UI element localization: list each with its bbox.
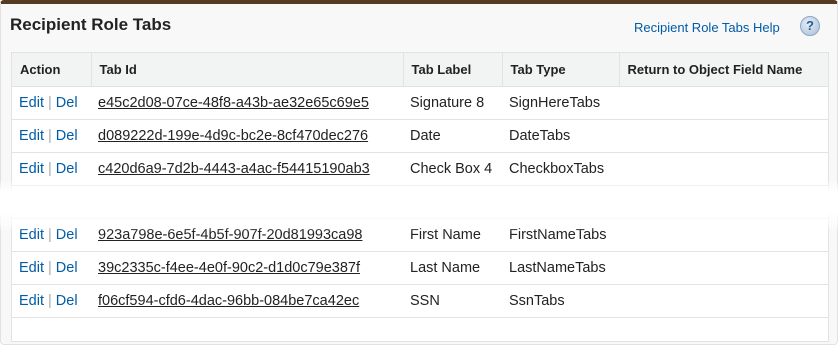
tab-label-cell: Check Box 7 [403,185,502,219]
tab-type-cell: CheckboxTabs [502,185,619,219]
tab-id-cell: 6da5a349-154e-497e-9bef-3d5b5968f8cc [91,185,403,219]
edit-link[interactable]: Edit [19,161,44,177]
del-link[interactable]: Del [56,227,78,243]
tab-id-link[interactable]: f06cf594-cfd6-4dac-96bb-084be7ca42ec [98,293,359,309]
del-link[interactable]: Del [56,293,78,309]
recipient-role-tabs-panel: Recipient Role Tabs Recipient Role Tabs … [0,0,838,345]
action-separator: | [48,259,52,276]
action-cell: Edit | Del [12,251,91,285]
tab-id-link[interactable]: c420d6a9-7d2b-4443-a4ac-f54415190ab3 [98,161,370,177]
tab-id-link[interactable]: e45c2d08-07ce-48f8-a43b-ae32e65c69e5 [98,95,369,111]
column-header-tab-id[interactable]: Tab Id [91,53,404,87]
tab-id-link[interactable]: 923a798e-6e5f-4b5f-907f-20d81993ca98 [98,227,362,243]
del-link[interactable]: Del [56,128,78,144]
return-field-cell [619,119,828,153]
table-row: Edit | Del c420d6a9-7d2b-4443-a4ac-f544151… [12,152,828,186]
help-link[interactable]: Recipient Role Tabs Help [634,20,780,35]
tab-label-cell: SSN [403,284,502,318]
return-field-cell [619,185,828,219]
action-cell: Edit | Del [12,86,91,120]
column-header-tab-label[interactable]: Tab Label [403,53,503,87]
edit-link[interactable]: Edit [19,227,44,243]
tab-label-cell: Check Box 4 [403,152,502,186]
edit-link[interactable]: Edit [19,128,44,144]
return-field-cell [619,218,828,252]
column-header-return-field[interactable]: Return to Object Field Name [619,53,828,87]
tab-type-cell: DateTabs [502,119,619,153]
edit-link[interactable]: Edit [19,194,44,210]
action-separator: | [48,292,52,309]
del-link[interactable]: Del [56,194,78,210]
tab-id-cell: c420d6a9-7d2b-4443-a4ac-f54415190ab3 [91,152,403,186]
action-cell: Edit | Del [12,185,91,219]
action-separator: | [48,193,52,210]
table-row: Edit | Del 39c2335c-f4ee-4e0f-90c2-d1d0c79… [12,251,828,285]
table-row: Edit | Del 923a798e-6e5f-4b5f-907f-20d8199… [12,218,828,252]
tab-id-link[interactable]: 6da5a349-154e-497e-9bef-3d5b5968f8cc [98,194,366,210]
panel-title: Recipient Role Tabs [10,15,172,34]
tab-id-cell: e45c2d08-07ce-48f8-a43b-ae32e65c69e5 [91,86,403,120]
del-link[interactable]: Del [56,260,78,276]
tab-label-cell: Date [403,119,502,153]
action-cell: Edit | Del [12,218,91,252]
tab-id-cell: f06cf594-cfd6-4dac-96bb-084be7ca42ec [91,284,403,318]
action-cell: Edit | Del [12,284,91,318]
edit-link[interactable]: Edit [19,95,44,111]
table-header-row: Action Tab Id Tab Label Tab Type Return … [12,53,828,87]
column-header-tab-type[interactable]: Tab Type [502,53,620,87]
table-row: Edit | Del f06cf594-cfd6-4dac-96bb-084be7c… [12,284,828,318]
help-icon[interactable]: ? [800,16,820,36]
tab-label-cell: Signature 8 [403,86,502,120]
tabs-table-container: Action Tab Id Tab Label Tab Type Return … [11,52,829,342]
return-field-cell [619,86,828,120]
tab-type-cell: SignHereTabs [502,86,619,120]
return-field-cell [619,251,828,285]
tab-label-cell: Last Name [403,251,502,285]
action-cell: Edit | Del [12,152,91,186]
table-row: Edit | Del 6da5a349-154e-497e-9bef-3d5b596… [12,185,828,219]
tab-type-cell: LastNameTabs [502,251,619,285]
tab-id-link[interactable]: 39c2335c-f4ee-4e0f-90c2-d1d0c79e387f [98,260,360,276]
action-separator: | [48,160,52,177]
tab-type-cell: FirstNameTabs [502,218,619,252]
tab-id-cell: 39c2335c-f4ee-4e0f-90c2-d1d0c79e387f [91,251,403,285]
del-link[interactable]: Del [56,95,78,111]
table-row: Edit | Del d089222d-199e-4d9c-bc2e-8cf470d… [12,119,828,153]
tab-id-link[interactable]: d089222d-199e-4d9c-bc2e-8cf470dec276 [98,128,368,144]
edit-link[interactable]: Edit [19,293,44,309]
action-separator: | [48,94,52,111]
column-header-action[interactable]: Action [12,53,92,87]
action-separator: | [48,127,52,144]
table-row: Edit | Del e45c2d08-07ce-48f8-a43b-ae32e65… [12,86,828,120]
edit-link[interactable]: Edit [19,260,44,276]
action-cell: Edit | Del [12,119,91,153]
tab-label-cell: First Name [403,218,502,252]
tab-id-cell: d089222d-199e-4d9c-bc2e-8cf470dec276 [91,119,403,153]
action-separator: | [48,226,52,243]
del-link[interactable]: Del [56,161,78,177]
tab-type-cell: CheckboxTabs [502,152,619,186]
tabs-table: Action Tab Id Tab Label Tab Type Return … [12,53,828,318]
tab-type-cell: SsnTabs [502,284,619,318]
return-field-cell [619,152,828,186]
return-field-cell [619,284,828,318]
tab-id-cell: 923a798e-6e5f-4b5f-907f-20d81993ca98 [91,218,403,252]
